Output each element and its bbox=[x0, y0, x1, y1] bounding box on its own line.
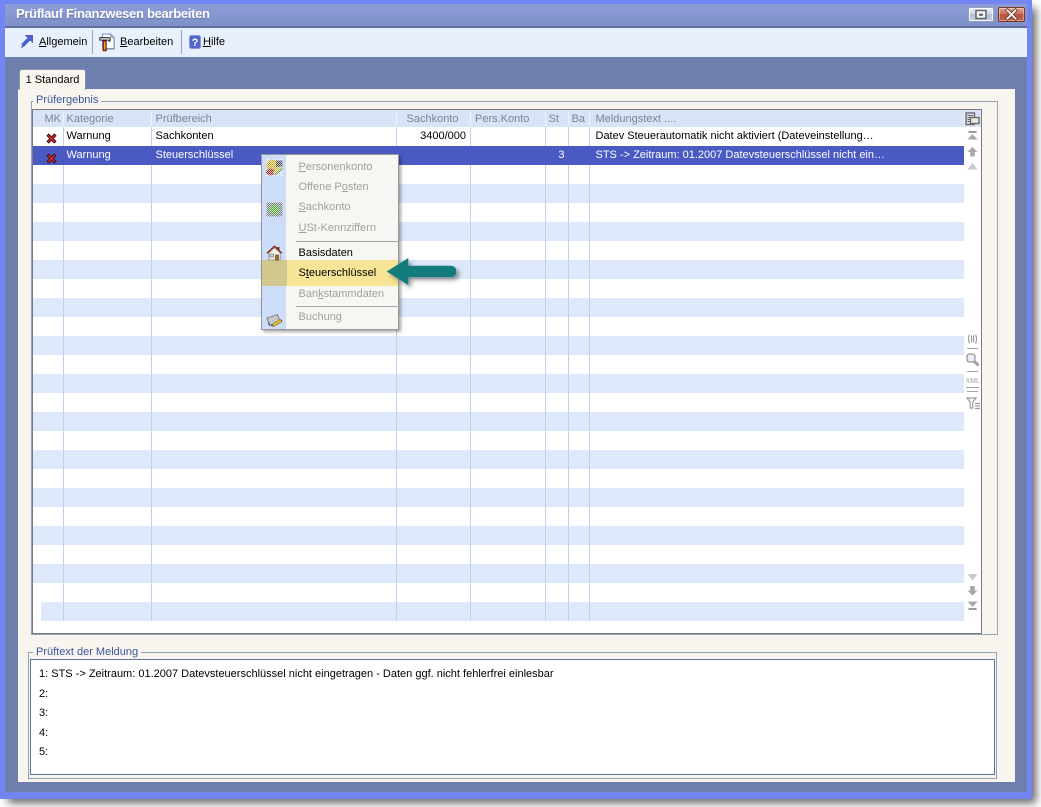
svg-text:?: ? bbox=[192, 37, 199, 49]
